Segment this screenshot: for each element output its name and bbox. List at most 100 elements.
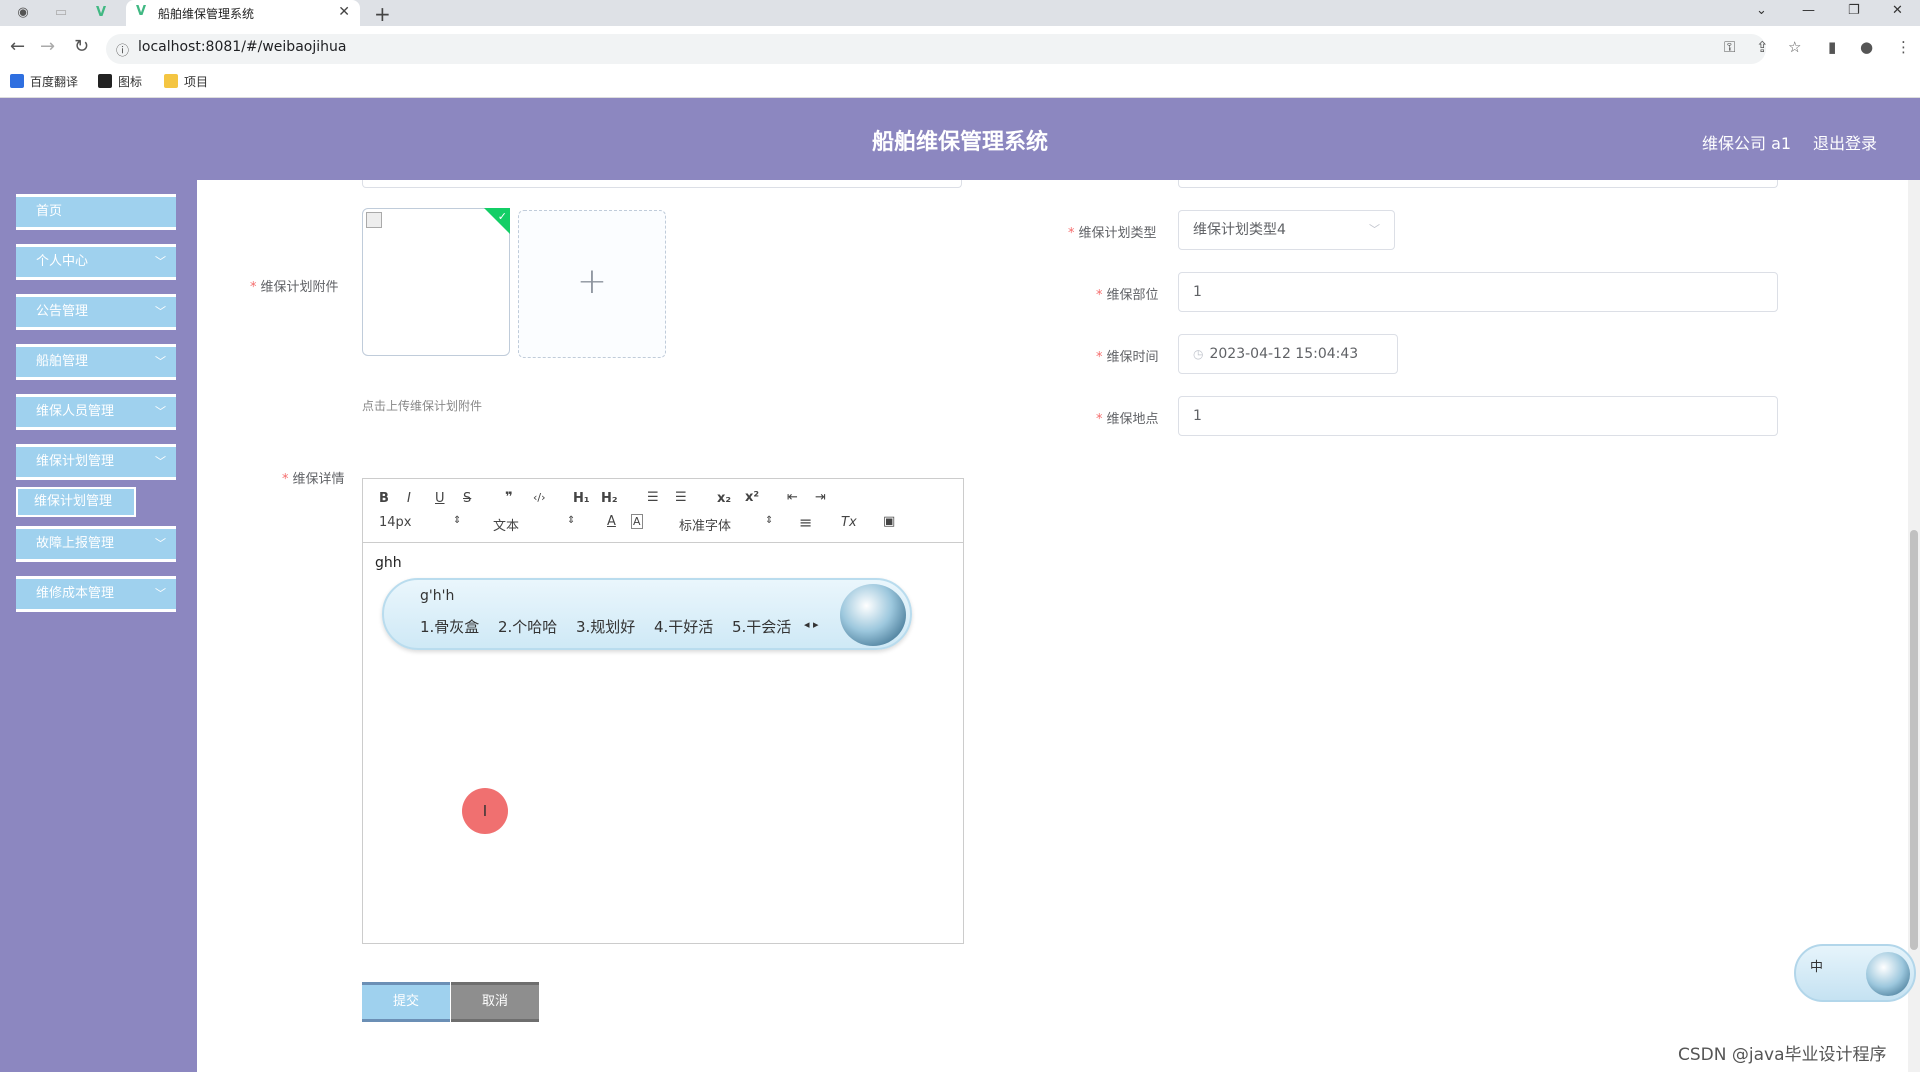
code-block-button[interactable]: ‹/› (533, 491, 546, 504)
browser-more-icon[interactable]: ⋮ (1896, 38, 1911, 56)
sidebar-item-repair-cost[interactable]: 维修成本管理 ﹀ (16, 576, 176, 612)
sidebar-item-notice[interactable]: 公告管理 ﹀ (16, 294, 176, 330)
submit-button[interactable]: 提交 (362, 982, 450, 1022)
location-label: * 维保地点 (1096, 412, 1159, 427)
ime-candidate[interactable]: 3.规划好 (576, 616, 635, 637)
partial-input-right[interactable] (1178, 180, 1778, 188)
chevron-down-icon: ﹀ (155, 255, 166, 268)
share-icon[interactable]: ⇪ (1756, 38, 1769, 56)
align-button[interactable]: ≡ (799, 513, 812, 532)
vue-tab-icon[interactable]: V (92, 4, 110, 22)
ime-status-widget[interactable]: 中 (1794, 944, 1916, 1002)
upload-tip: 点击上传维保计划附件 (362, 399, 483, 413)
tab-close-icon[interactable]: ✕ (338, 4, 350, 20)
bookmark-project[interactable]: 项目 (164, 73, 208, 90)
clean-format-button[interactable]: Tx (841, 515, 857, 530)
tab-title: 船舶维保管理系统 (158, 7, 255, 21)
forward-icon[interactable]: → (40, 36, 55, 57)
ime-candidate-window: g'h'h 1.骨灰盒 2.个哈哈 3.规划好 4.干好活 5.干会活 ◂ ▸ (382, 578, 912, 650)
background-color-button[interactable]: A (631, 514, 643, 529)
sidebar-item-ship[interactable]: 船舶管理 ﹀ (16, 344, 176, 380)
image-button[interactable]: ▣ (883, 514, 895, 529)
editor-content[interactable]: ghh (375, 555, 402, 571)
editor-toolbar: B I U S ❞ ‹/› H₁ H₂ ☰ ☰ x₂ x² ⇤ ⇥ 14px ⇕ … (363, 479, 963, 543)
browser-menu-icon[interactable]: ◉ (14, 4, 32, 22)
broken-image-icon (366, 212, 382, 228)
ime-candidate[interactable]: 4.干好活 (654, 616, 713, 637)
time-picker[interactable]: ◷ 2023-04-12 15:04:43 (1178, 334, 1398, 374)
cancel-button[interactable]: 取消 (451, 982, 539, 1022)
italic-button[interactable]: I (407, 491, 411, 506)
strike-button[interactable]: S (463, 491, 471, 506)
current-user: 维保公司 a1 (1702, 134, 1792, 153)
site-info-icon[interactable]: ⓘ (116, 40, 129, 59)
password-key-icon[interactable]: ⚿ (1724, 38, 1735, 56)
part-label: * 维保部位 (1096, 288, 1159, 303)
text-cursor-icon: I (482, 802, 488, 820)
mouse-cursor-highlight: I (462, 788, 508, 834)
side-panel-icon[interactable]: ▮ (1828, 38, 1836, 56)
upload-add-button[interactable]: + (518, 210, 666, 358)
detail-label: * 维保详情 (282, 472, 345, 487)
font-size-select[interactable]: 14px ⇕ (379, 515, 461, 530)
bold-button[interactable]: B (379, 491, 389, 506)
bookmark-star-icon[interactable]: ☆ (1788, 38, 1801, 56)
ime-candidate[interactable]: 5.干会活 (732, 616, 791, 637)
sidebar-item-fault-report[interactable]: 故障上报管理 ﹀ (16, 526, 176, 562)
back-icon[interactable]: ← (10, 36, 25, 57)
ime-candidate[interactable]: 1.骨灰盒 (420, 616, 479, 637)
plan-type-label: * 维保计划类型 (1068, 226, 1157, 241)
subscript-button[interactable]: x₂ (717, 491, 731, 506)
h1-button[interactable]: H₁ (573, 491, 590, 506)
uploaded-attachment[interactable]: ✓ (362, 208, 510, 356)
submenu-plan-management[interactable]: 维保计划管理 (16, 487, 136, 517)
url-field[interactable] (106, 34, 1766, 64)
ime-candidate[interactable]: 2.个哈哈 (498, 616, 557, 637)
scrollbar-thumb[interactable] (1910, 530, 1918, 950)
select-arrows-icon: ⇕ (567, 515, 576, 526)
logout-link[interactable]: 退出登录 (1813, 130, 1877, 154)
bullet-list-button[interactable]: ☰ (675, 490, 687, 505)
tab-active[interactable]: V 船舶维保管理系统 ✕ (126, 0, 360, 26)
tab-search-icon[interactable]: ⌄ (1756, 3, 1767, 18)
part-input[interactable]: 1 (1178, 272, 1778, 312)
plan-type-select[interactable]: 维保计划类型4 ﹀ (1178, 210, 1395, 250)
close-window-icon[interactable]: ✕ (1892, 3, 1903, 18)
plus-icon: + (576, 261, 608, 302)
location-input[interactable]: 1 (1178, 396, 1778, 436)
outdent-button[interactable]: ⇤ (787, 490, 798, 505)
ime-logo-icon (1866, 952, 1910, 996)
ordered-list-button[interactable]: ☰ (647, 490, 659, 505)
font-family-select[interactable]: 标准字体 ⇕ (679, 515, 773, 534)
folder-icon (164, 74, 178, 88)
text-color-button[interactable]: A (607, 514, 616, 529)
restore-icon[interactable]: ❐ (1848, 3, 1860, 18)
indent-button[interactable]: ⇥ (815, 490, 826, 505)
h2-button[interactable]: H₂ (601, 491, 618, 506)
text-format-select[interactable]: 文本 ⇕ (493, 515, 575, 534)
chevron-down-icon: ﹀ (155, 305, 166, 318)
superscript-button[interactable]: x² (745, 490, 759, 505)
url-text: localhost:8081/#/weibaojihua (138, 39, 347, 55)
select-arrows-icon: ⇕ (453, 515, 462, 526)
ime-logo-icon (840, 584, 906, 646)
partial-input-left[interactable] (362, 180, 962, 188)
sidebar-item-staff[interactable]: 维保人员管理 ﹀ (16, 394, 176, 430)
minimize-icon[interactable]: — (1802, 3, 1815, 18)
profile-icon[interactable]: ● (1860, 38, 1873, 56)
reload-icon[interactable]: ↻ (74, 36, 89, 57)
sidebar-item-plan[interactable]: 维保计划管理 ﹀ (16, 444, 176, 480)
ime-page-arrows-icon[interactable]: ◂ ▸ (804, 618, 819, 631)
sidebar-item-personal-center[interactable]: 个人中心 ﹀ (16, 244, 176, 280)
bookmark-baidu-translate[interactable]: 百度翻译 (10, 73, 78, 90)
bookmark-icons[interactable]: 图标 (98, 73, 142, 90)
bookmarks-bar (0, 70, 1920, 98)
chevron-down-icon: ﹀ (1369, 223, 1380, 236)
watermark: CSDN @java毕业设计程序 (1678, 1045, 1887, 1065)
rich-text-editor[interactable]: B I U S ❞ ‹/› H₁ H₂ ☰ ☰ x₂ x² ⇤ ⇥ 14px ⇕ … (362, 478, 964, 944)
underline-button[interactable]: U (435, 491, 445, 506)
tab-favicon-icon[interactable]: ▭ (52, 4, 70, 22)
sidebar-item-home[interactable]: 首页 (16, 194, 176, 230)
new-tab-icon[interactable]: + (374, 2, 391, 26)
blockquote-button[interactable]: ❞ (505, 490, 513, 505)
